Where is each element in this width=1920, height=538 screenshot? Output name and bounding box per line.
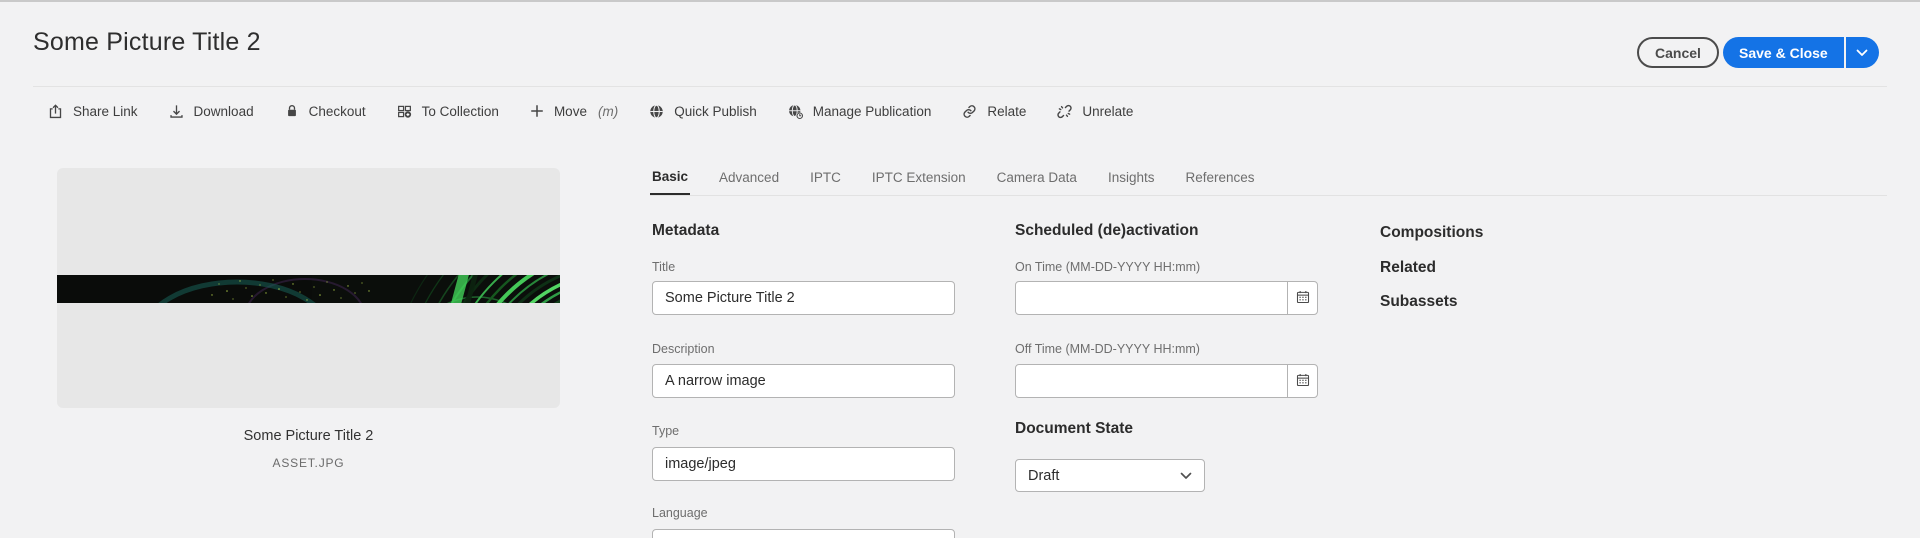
to-collection-button[interactable]: To Collection	[396, 103, 499, 120]
title-field-input[interactable]	[652, 281, 955, 315]
asset-caption-title: Some Picture Title 2	[243, 428, 374, 444]
scheduling-heading: Scheduled (de)activation	[1015, 222, 1199, 239]
metadata-heading: Metadata	[652, 222, 720, 239]
download-button[interactable]: Download	[168, 103, 254, 120]
share-link-button[interactable]: Share Link	[47, 103, 138, 120]
off-time-label: Off Time (MM-DD-YYYY HH:mm)	[1015, 342, 1200, 356]
tab-iptc-extension[interactable]: IPTC Extension	[870, 160, 968, 195]
document-state-select[interactable]: Draft	[1015, 459, 1205, 492]
on-time-label: On Time (MM-DD-YYYY HH:mm)	[1015, 260, 1201, 274]
asset-properties-page: Some Picture Title 2 Cancel Save & Close…	[0, 0, 1920, 538]
tab-camera-data[interactable]: Camera Data	[995, 160, 1079, 195]
chevron-down-icon	[1180, 472, 1192, 480]
type-field-label: Type	[652, 424, 680, 438]
link-broken-icon	[1056, 103, 1073, 120]
move-shortcut: (m)	[597, 103, 619, 119]
document-state-value: Draft	[1028, 467, 1060, 484]
move-button[interactable]: Move (m)	[529, 103, 618, 119]
calendar-icon	[1295, 289, 1311, 308]
compositions-section-heading[interactable]: Compositions	[1380, 224, 1483, 242]
share-icon	[47, 103, 64, 120]
cancel-button[interactable]: Cancel	[1637, 37, 1719, 68]
move-icon	[529, 103, 545, 119]
quick-publish-button[interactable]: Quick Publish	[648, 103, 757, 120]
tab-references[interactable]: References	[1183, 160, 1256, 195]
download-icon	[168, 103, 185, 120]
tab-advanced[interactable]: Advanced	[717, 160, 781, 195]
type-field-input[interactable]	[652, 447, 955, 481]
page-title: Some Picture Title 2	[33, 28, 261, 56]
tab-basic[interactable]: Basic	[650, 160, 691, 195]
chevron-down-icon	[1856, 45, 1868, 60]
save-close-split-button: Save & Close	[1723, 37, 1879, 68]
globe-clock-icon	[787, 103, 804, 120]
language-field-input[interactable]	[652, 529, 955, 538]
description-field-input[interactable]	[652, 364, 955, 398]
on-time-field	[1015, 281, 1318, 315]
globe-icon	[648, 103, 665, 120]
relate-button[interactable]: Relate	[961, 103, 1026, 120]
calendar-icon	[1295, 372, 1311, 391]
top-border	[0, 0, 1920, 2]
asset-toolbar: Share Link Download Checkout To Collecti…	[47, 99, 1133, 123]
asset-caption-filename: ASSET.JPG	[272, 456, 345, 470]
unrelate-button[interactable]: Unrelate	[1056, 103, 1133, 120]
subassets-section-heading[interactable]: Subassets	[1380, 293, 1458, 311]
manage-publication-button[interactable]: Manage Publication	[787, 103, 931, 120]
checkout-button[interactable]: Checkout	[284, 103, 366, 119]
asset-preview-image	[57, 275, 560, 303]
language-field-label: Language	[652, 506, 708, 520]
save-close-button[interactable]: Save & Close	[1723, 37, 1844, 68]
related-section-heading[interactable]: Related	[1380, 259, 1436, 277]
asset-preview-card	[57, 168, 560, 408]
lock-icon	[284, 103, 300, 119]
link-icon	[961, 103, 978, 120]
document-state-heading: Document State	[1015, 420, 1133, 437]
off-time-field	[1015, 364, 1318, 398]
title-field-label: Title	[652, 260, 676, 274]
tab-iptc[interactable]: IPTC	[808, 160, 843, 195]
off-time-input[interactable]	[1015, 364, 1288, 398]
save-options-dropdown-button[interactable]	[1845, 37, 1879, 68]
metadata-tabbar: Basic Advanced IPTC IPTC Extension Camer…	[650, 160, 1887, 196]
on-time-calendar-button[interactable]	[1287, 281, 1318, 315]
tab-insights[interactable]: Insights	[1106, 160, 1157, 195]
collection-add-icon	[396, 103, 413, 120]
header-divider	[33, 86, 1887, 87]
on-time-input[interactable]	[1015, 281, 1288, 315]
description-field-label: Description	[652, 342, 715, 356]
off-time-calendar-button[interactable]	[1287, 364, 1318, 398]
